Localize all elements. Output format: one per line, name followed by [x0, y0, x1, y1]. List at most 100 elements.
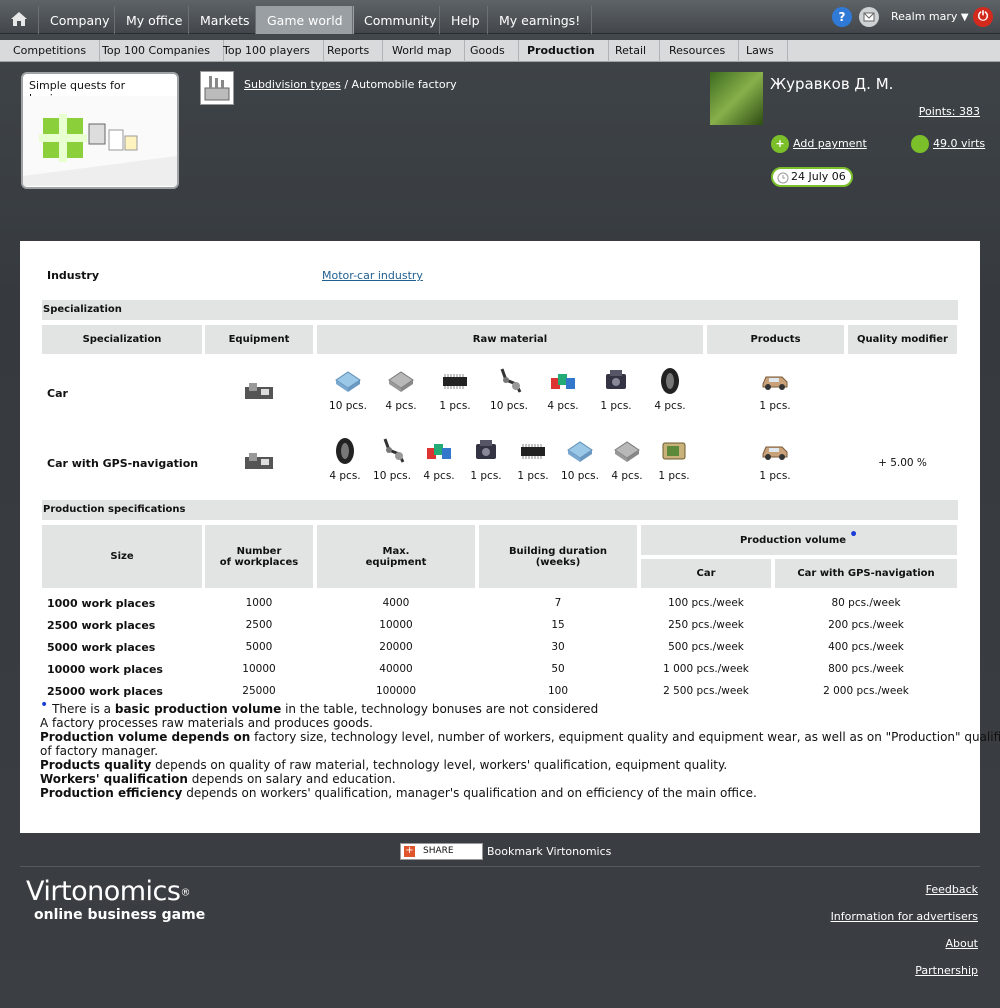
note-factory: A factory processes raw materials and pr…	[40, 716, 373, 730]
quests-banner[interactable]: Simple quests for beginners	[21, 72, 179, 189]
cell-volume-car: 2 500 pcs./week	[663, 685, 749, 697]
material-item[interactable]: 10 pcs.	[483, 366, 535, 412]
avatar[interactable]	[710, 72, 763, 125]
game-date-label: 24 July 06	[791, 170, 846, 183]
glass-icon	[335, 371, 361, 392]
subnav-goods[interactable]: Goods	[457, 40, 519, 62]
equipment-icon	[245, 453, 273, 469]
breadcrumb-subdivision-types[interactable]: Subdivision types	[244, 78, 341, 91]
material-qty: 4 pcs.	[423, 470, 455, 482]
tire-icon	[336, 438, 354, 464]
material-item[interactable]: 4 pcs.	[601, 436, 653, 482]
note-workers: Workers' qualification depends on salary…	[40, 772, 396, 786]
quality-modifier: + 5.00 %	[878, 457, 927, 469]
note-1c: in the table, technology bonuses are not…	[281, 702, 599, 716]
points-link[interactable]: Points: 383	[919, 105, 980, 118]
suspension-icon	[500, 368, 522, 393]
col-products: Products	[707, 325, 844, 354]
nav-my-earnings[interactable]: My earnings!	[487, 6, 593, 34]
spec-row-name[interactable]: Car	[47, 387, 68, 400]
material-item[interactable]: 4 pcs.	[644, 366, 696, 412]
plus-icon: +	[771, 135, 789, 153]
logo-subtitle: online business game	[34, 907, 206, 923]
footer-link-about[interactable]: About	[945, 937, 978, 950]
steel-icon	[614, 441, 640, 462]
engine-icon	[476, 440, 496, 459]
subnav-competitions[interactable]: Competitions	[0, 40, 101, 62]
col-specialization: Specialization	[42, 325, 202, 354]
car-icon	[762, 446, 788, 460]
note-quality: Products quality depends on quality of r…	[40, 758, 727, 772]
mail-icon[interactable]	[859, 7, 879, 27]
subnav-top100-players[interactable]: Top 100 players	[210, 40, 324, 62]
logo-reg: ®	[180, 887, 191, 899]
nav-my-office[interactable]: My office	[114, 6, 193, 34]
nav-help[interactable]: Help	[439, 6, 491, 34]
material-item[interactable]: 1 pcs.	[648, 436, 700, 482]
material-item[interactable]: 1 pcs.	[429, 366, 481, 412]
subnav-laws[interactable]: Laws	[733, 40, 788, 62]
industry-link[interactable]: Motor-car industry	[322, 269, 423, 282]
paint-icon	[427, 444, 451, 459]
cell-size: 10000 work places	[47, 663, 163, 676]
cell-duration: 100	[547, 685, 569, 697]
subnav-world-map[interactable]: World map	[379, 40, 466, 62]
product-qty: 1 pcs.	[759, 470, 791, 482]
spec-row-name[interactable]: Car with GPS-navigation	[47, 457, 198, 470]
cell-workplaces: 5000	[245, 641, 273, 653]
cell-volume-gps: 2 000 pcs./week	[823, 685, 909, 697]
home-button[interactable]	[0, 6, 38, 34]
material-qty: 4 pcs.	[385, 400, 417, 412]
footer-link-advertisers[interactable]: Information for advertisers	[831, 910, 978, 923]
subnav-resources[interactable]: Resources	[656, 40, 740, 62]
logout-icon[interactable]: ⏻	[973, 7, 993, 27]
logo[interactable]: Virtonomics® online business game	[26, 876, 205, 923]
cell-max-equipment: 20000	[379, 641, 413, 653]
add-payment-button[interactable]: + Add payment	[771, 135, 867, 153]
material-item[interactable]: 4 pcs.	[375, 366, 427, 412]
col-car: Car	[641, 559, 771, 588]
help-icon[interactable]: ?	[832, 7, 852, 27]
virts-link[interactable]: 49.0 virts	[911, 135, 985, 153]
col-raw-material: Raw material	[317, 325, 703, 354]
material-item[interactable]: 1 pcs.	[507, 436, 559, 482]
steel-icon	[388, 371, 414, 392]
note-3b: Production volume depends on	[40, 730, 251, 744]
product-item[interactable]: 1 pcs.	[749, 366, 801, 412]
material-item[interactable]: 4 pcs.	[537, 366, 589, 412]
cell-volume-car: 100 pcs./week	[668, 597, 744, 609]
material-item[interactable]: 1 pcs.	[460, 436, 512, 482]
material-item[interactable]: 10 pcs.	[366, 436, 418, 482]
subnav-production[interactable]: Production	[514, 40, 609, 62]
footer-link-partnership[interactable]: Partnership	[915, 964, 978, 977]
cell-duration: 30	[551, 641, 565, 653]
realm-selector[interactable]: Realm mary ▼	[891, 10, 969, 23]
cell-volume-gps: 80 pcs./week	[831, 597, 901, 609]
subnav-retail[interactable]: Retail	[602, 40, 661, 62]
product-item[interactable]: 1 pcs.	[749, 436, 801, 482]
subnav-reports[interactable]: Reports	[314, 40, 384, 62]
cell-size: 1000 work places	[47, 597, 156, 610]
add-payment-label: Add payment	[793, 137, 867, 150]
nav-community[interactable]: Community	[352, 6, 447, 34]
nav-markets[interactable]: Markets	[188, 6, 260, 34]
note-3: factory size, technology level, number o…	[250, 730, 1000, 744]
suspension-icon	[383, 438, 405, 463]
col-size: Size	[42, 525, 202, 588]
nav-company[interactable]: Company	[38, 6, 120, 34]
subnav-top100-companies[interactable]: Top 100 Companies	[89, 40, 224, 62]
nav-game-world[interactable]: Game world	[255, 6, 354, 34]
breadcrumb: Subdivision types / Automobile factory	[244, 78, 457, 91]
footer-link-feedback[interactable]: Feedback	[926, 883, 978, 896]
material-item[interactable]: 1 pcs.	[590, 366, 642, 412]
share-button[interactable]: + SHARE	[400, 843, 483, 860]
equipment-icon	[245, 383, 273, 399]
material-item[interactable]: 4 pcs.	[319, 436, 371, 482]
material-item[interactable]: 10 pcs.	[554, 436, 606, 482]
material-qty: 4 pcs.	[329, 470, 361, 482]
share-label: SHARE	[423, 846, 454, 856]
material-item[interactable]: 4 pcs.	[413, 436, 465, 482]
material-item[interactable]: 10 pcs.	[322, 366, 374, 412]
cell-max-equipment: 10000	[379, 619, 413, 631]
chevron-down-icon: ▼	[960, 12, 969, 23]
